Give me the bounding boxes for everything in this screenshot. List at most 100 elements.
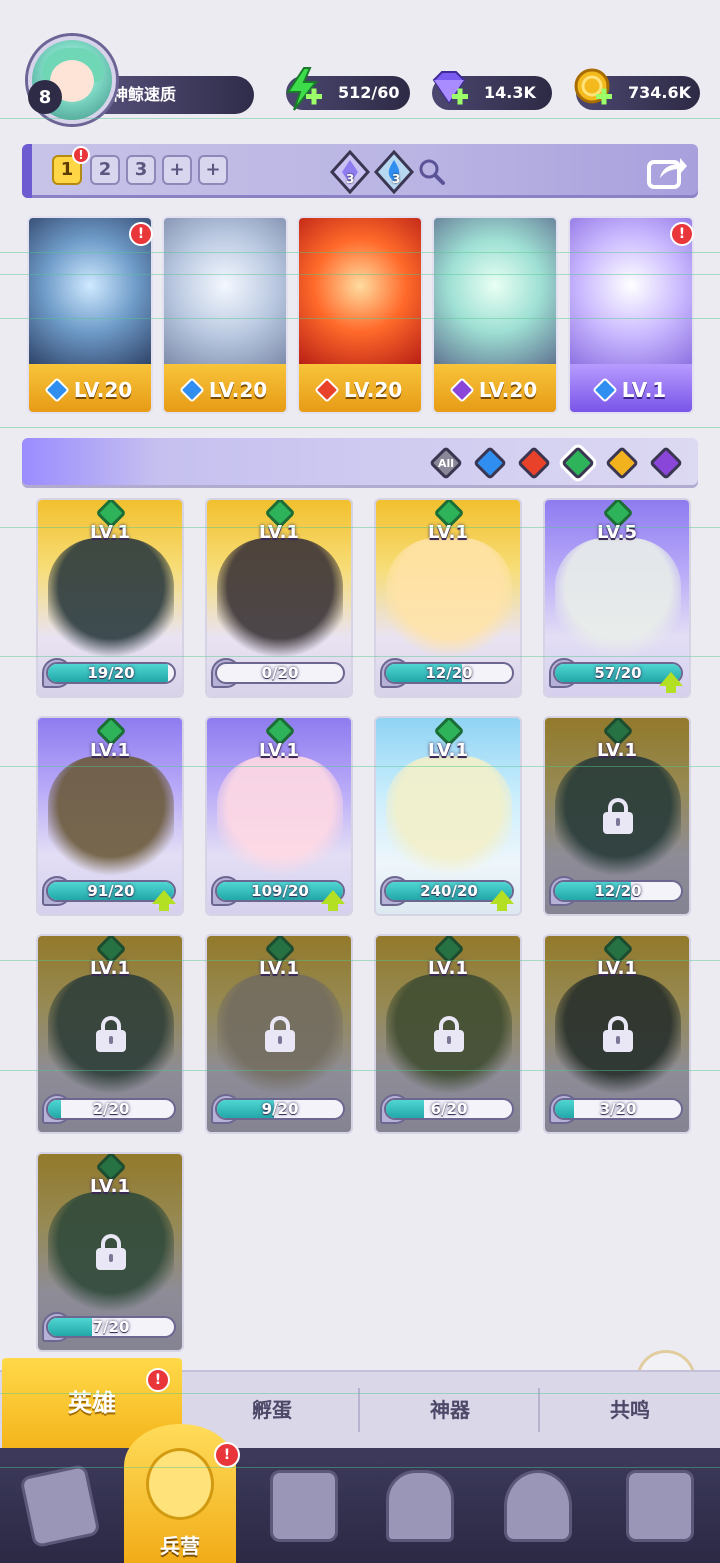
hero-level: LV.1 [428, 740, 468, 761]
scanline [0, 1467, 720, 1468]
team-slot-label: 1 [60, 159, 74, 180]
scanline [0, 766, 720, 767]
hero-portrait [217, 538, 343, 658]
hero-card[interactable]: LV.1 6/20 [374, 934, 522, 1134]
hero-card[interactable]: LV.1 2/20 [36, 934, 184, 1134]
tab-artifacts[interactable]: 神器 [360, 1372, 540, 1448]
lineup-level-bar: LV.20 [434, 364, 556, 412]
lineup-hero-card[interactable]: LV.20 [297, 216, 423, 414]
hero-level: LV.1 [259, 740, 299, 761]
lineup-hero-card[interactable]: LV.20 [27, 216, 153, 414]
lock-icon [603, 798, 633, 834]
hero-card[interactable]: LV.1 91/20 [36, 716, 184, 916]
shard-progress-text: 19/20 [87, 664, 135, 682]
hero-card[interactable]: LV.1 240/20 [374, 716, 522, 916]
scanline [0, 427, 720, 428]
hero-card[interactable]: LV.1 12/20 [374, 498, 522, 698]
shard-progress-bar: 9/20 [215, 1098, 345, 1120]
filter-nature-icon[interactable] [561, 446, 595, 480]
fire-element-icon [314, 377, 340, 403]
team-slot-label: + [169, 159, 185, 180]
team-slot-2[interactable]: 2 [90, 155, 120, 185]
hero-card[interactable]: LV.1 109/20 [205, 716, 353, 916]
filter-light-icon[interactable] [605, 446, 639, 480]
shard-progress-bar: 19/20 [46, 662, 176, 684]
filter-all-label: All [437, 456, 455, 470]
team-slot-3[interactable]: 3 [126, 155, 156, 185]
lineup-alert-badge: ! [129, 222, 153, 246]
upgrade-arrow-icon [490, 890, 514, 911]
search-icon[interactable] [418, 158, 446, 186]
lineup-level: LV.20 [478, 378, 538, 402]
water-crystal-count: 3 [392, 172, 401, 186]
barracks-alert: ! [214, 1442, 240, 1468]
nav-locked-tower[interactable] [612, 1462, 708, 1558]
scanline [0, 274, 720, 275]
hero-card[interactable]: LV.1 19/20 [36, 498, 184, 698]
gem-value: 14.3K [484, 83, 536, 102]
scanline [0, 1393, 720, 1394]
hero-card[interactable]: LV.5 57/20 [543, 498, 691, 698]
energy-counter[interactable]: 512/60 [286, 67, 410, 111]
scanline [0, 960, 720, 961]
hero-level: LV.1 [428, 958, 468, 979]
filter-fire-icon[interactable] [517, 446, 551, 480]
lineup-level-bar: LV.20 [29, 364, 151, 412]
scanline [0, 1070, 720, 1071]
shard-progress-bar: 7/20 [46, 1316, 176, 1338]
shard-progress-text: 12/20 [594, 882, 642, 900]
filter-water-icon[interactable] [473, 446, 507, 480]
scanline [0, 527, 720, 528]
alert-mark: ! [154, 1372, 162, 1388]
hero-level: LV.1 [428, 522, 468, 543]
hero-portrait [48, 538, 174, 658]
hero-portrait [386, 538, 512, 658]
team-bar-accent [22, 144, 32, 198]
tab-artifacts-label: 神器 [430, 1398, 470, 1422]
shard-progress-bar: 12/20 [384, 662, 514, 684]
team-selector-bar: 1 ! 2 3 + + 3 3 [22, 144, 698, 198]
hero-level: LV.1 [90, 958, 130, 979]
nav-barracks-label: 兵营 [160, 1534, 200, 1558]
tab-resonance[interactable]: 共鸣 [540, 1372, 720, 1448]
coin-counter[interactable]: 734.6K [574, 68, 700, 110]
nav-map[interactable] [256, 1462, 352, 1558]
water-element-icon [44, 377, 70, 403]
share-icon[interactable] [646, 152, 688, 190]
castle-icon [386, 1470, 454, 1542]
lineup-hero-card[interactable]: LV.20 [432, 216, 558, 414]
gem-counter[interactable]: 14.3K [432, 71, 552, 110]
mushroom-house-icon [504, 1470, 572, 1542]
hero-level: LV.1 [597, 958, 637, 979]
lineup-level: LV.20 [208, 378, 268, 402]
player-level-badge: 8 [28, 80, 62, 114]
shard-progress-text: 3/20 [599, 1100, 637, 1118]
cards-icon [19, 1463, 101, 1549]
player-level: 8 [38, 86, 52, 108]
hero-card[interactable]: LV.1 7/20 [36, 1152, 184, 1352]
heroes-tab-alert: ! [146, 1368, 170, 1392]
team-slot-add-1[interactable]: + [162, 155, 192, 185]
nav-cards[interactable] [12, 1462, 108, 1558]
nav-mushroom-house[interactable] [490, 1462, 586, 1558]
top-status-bar: 神鲸速质 8 512/60 14.3K 734.6K [0, 0, 720, 140]
filter-dark-icon[interactable] [649, 446, 683, 480]
shard-progress-text: 2/20 [92, 1100, 130, 1118]
hero-card[interactable]: LV.1 0/20 [205, 498, 353, 698]
lineup-hero-card[interactable]: LV.20 [162, 216, 288, 414]
nav-castle[interactable] [372, 1462, 468, 1558]
hero-level: LV.1 [259, 522, 299, 543]
filter-all-button[interactable]: All [429, 446, 463, 480]
hero-card[interactable]: LV.1 3/20 [543, 934, 691, 1134]
hero-card[interactable]: LV.1 12/20 [543, 716, 691, 916]
lineup-hero-card[interactable]: LV.1 [568, 216, 694, 414]
shard-progress-bar: 0/20 [215, 662, 345, 684]
shard-progress-bar: 12/20 [553, 880, 683, 902]
lineup-level-bar: LV.1 [570, 364, 692, 412]
hero-portrait [386, 756, 512, 876]
alert-mark: ! [678, 226, 686, 242]
hero-card[interactable]: LV.1 9/20 [205, 934, 353, 1134]
lock-icon [603, 1016, 633, 1052]
team-slot-add-2[interactable]: + [198, 155, 228, 185]
hero-portrait [434, 218, 556, 368]
